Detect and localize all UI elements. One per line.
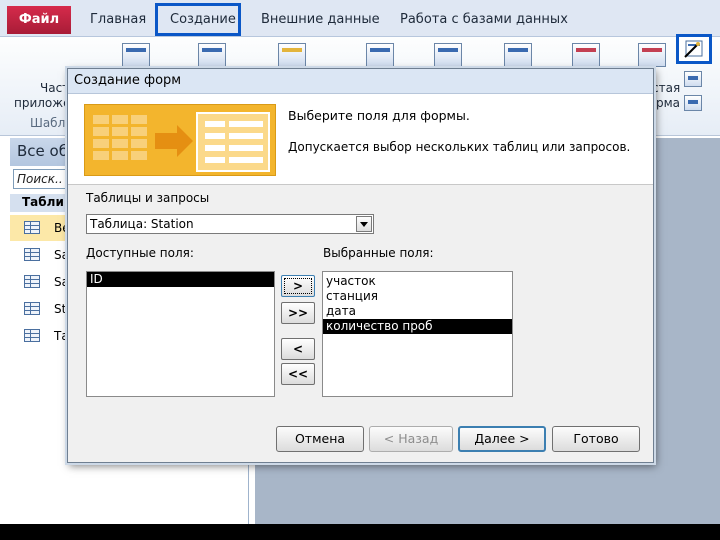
tables-queries-value: Таблица: Station: [90, 217, 194, 231]
ribbon-label-app: приложе: [14, 96, 71, 110]
finish-button[interactable]: Готово: [552, 426, 640, 452]
app-parts-icon[interactable]: [122, 43, 150, 67]
available-fields-label: Доступные поля:: [86, 246, 194, 260]
wizard-table-to-form-icon: [93, 112, 270, 172]
form-wizard-button-highlight[interactable]: [676, 34, 712, 64]
dialog-banner: Выберите поля для формы. Допускается выб…: [68, 94, 653, 185]
form-wizard-dialog: Создание форм Выберите поля для формы. Д…: [67, 68, 654, 463]
tables-queries-label: Таблицы и запросы: [86, 191, 210, 205]
ribbon-label-blank: стая: [652, 81, 681, 95]
remove-field-button[interactable]: <: [281, 338, 315, 360]
selected-fields-list[interactable]: участок станция дата количество проб: [322, 271, 513, 397]
list-item[interactable]: участок: [323, 274, 512, 289]
ribbon-tab-bar: Файл Главная Создание Внешние данные Раб…: [0, 0, 720, 37]
wizard-heading: Выберите поля для формы.: [288, 108, 470, 123]
dialog-title-bar[interactable]: Создание форм: [68, 69, 653, 94]
wizard-subheading: Допускается выбор нескольких таблиц или …: [288, 140, 631, 154]
form-design-icon[interactable]: [572, 43, 600, 67]
table-icon: [24, 221, 40, 234]
table-icon[interactable]: [198, 43, 226, 67]
table-icon: [24, 302, 40, 315]
tab-file[interactable]: Файл: [7, 6, 71, 34]
table-icon: [24, 248, 40, 261]
form-icon[interactable]: [504, 43, 532, 67]
table-icon: [24, 329, 40, 342]
ribbon-label-part: Част: [40, 81, 70, 95]
cancel-button[interactable]: Отмена: [276, 426, 364, 452]
nav-search-placeholder: Поиск..: [17, 172, 63, 186]
table-icon: [24, 275, 40, 288]
list-item[interactable]: дата: [323, 304, 512, 319]
nav-item-label: St: [54, 302, 67, 316]
blank-form-icon[interactable]: [638, 43, 666, 67]
list-item[interactable]: станция: [323, 289, 512, 304]
access-window: Файл Главная Создание Внешние данные Раб…: [0, 0, 720, 524]
list-item[interactable]: ID: [87, 272, 274, 287]
wizard-illustration: [84, 104, 276, 176]
remove-all-fields-button[interactable]: <<: [281, 363, 315, 385]
ribbon-label-form: рма: [656, 96, 681, 110]
table-design-icon[interactable]: [278, 43, 306, 67]
tab-database-tools[interactable]: Работа с базами данных: [400, 10, 568, 30]
dialog-title: Создание форм: [74, 73, 182, 88]
tab-create-highlight: [155, 3, 241, 36]
query-wizard-icon[interactable]: [366, 43, 394, 67]
more-forms-icon[interactable]: [684, 95, 702, 111]
available-fields-list[interactable]: ID: [86, 271, 275, 397]
selected-fields-label: Выбранные поля:: [323, 246, 434, 260]
tab-home[interactable]: Главная: [90, 10, 146, 30]
list-item[interactable]: количество проб: [323, 319, 512, 334]
form-wizard-icon: [684, 40, 703, 58]
tab-external-data[interactable]: Внешние данные: [261, 10, 380, 30]
next-button[interactable]: Далее >: [458, 426, 546, 452]
query-design-icon[interactable]: [434, 43, 462, 67]
nav-group-label: Табли: [22, 195, 64, 209]
nav-pane-title: Все об: [17, 142, 68, 160]
move-field-button[interactable]: >: [281, 275, 315, 297]
navigation-form-icon[interactable]: [684, 71, 702, 87]
back-button[interactable]: < Назад: [369, 426, 453, 452]
chevron-down-icon[interactable]: [356, 216, 372, 232]
move-all-fields-button[interactable]: >>: [281, 302, 315, 324]
tables-queries-select[interactable]: Таблица: Station: [86, 214, 374, 234]
